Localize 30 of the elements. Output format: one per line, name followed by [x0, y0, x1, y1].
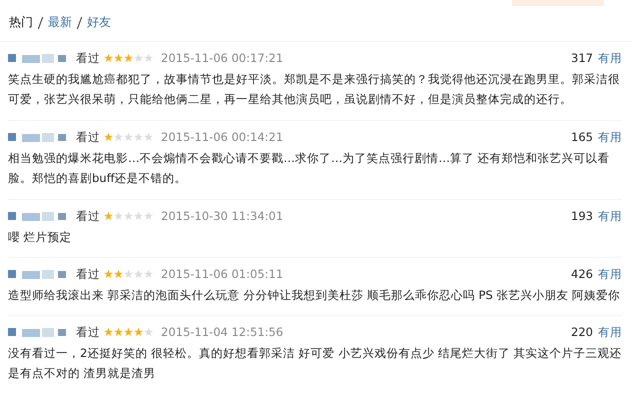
- review-time: 2015-11-06 00:17:21: [161, 51, 284, 65]
- useful-link[interactable]: 有用: [598, 208, 622, 224]
- useful-link[interactable]: 有用: [598, 130, 622, 144]
- review-text: 造型师给我滚出来 郭采洁的泡面头什么玩意 分分钟让我想到美杜莎 顺毛那么乖你忍心吗 PS 张艺兴小朋友 阿姨爱你: [8, 287, 622, 304]
- review-time: 2015-11-06 01:05:11: [161, 267, 284, 281]
- review-text: 没有看过一，2还挺好笑的 很轻松。真的好想看郭采洁 好可爱 小艺兴戏份有点少 结尾烂大街了 其实这个片子三观还是有点不对的 渣男就是渣男: [8, 345, 622, 382]
- review-time: 2015-11-04 12:51:56: [161, 325, 284, 339]
- watched-label: 看过: [76, 208, 100, 224]
- review-text: 相当勉强的爆米花电影…不会煽情不会戳心请不要戳…求你了…为了笑点强行剧情…算了 还有郑恺和张艺兴可以看脸。郑恺的喜剧buff还是不错的。: [8, 150, 611, 187]
- filter-tab[interactable]: 好友: [87, 14, 111, 31]
- filter-tab[interactable]: 最新: [48, 14, 72, 31]
- vote-count: 220: [571, 325, 593, 339]
- useful-link[interactable]: 有用: [598, 266, 622, 282]
- vote-count: 165: [571, 130, 593, 144]
- watched-label: 看过: [76, 324, 100, 340]
- filter-tab[interactable]: 热门: [9, 14, 33, 31]
- review-time: 2015-10-30 11:34:01: [161, 209, 284, 223]
- watched-label: 看过: [76, 266, 100, 282]
- useful-link[interactable]: 有用: [598, 50, 622, 66]
- separator-icon: [76, 16, 82, 28]
- vote-count: 317: [571, 51, 593, 65]
- separator-icon: [38, 16, 44, 28]
- vote-count: 426: [571, 267, 593, 281]
- review-text: 笑点生硬的我尴尬癌都犯了，故事情节也是好平淡。郑凯是不是来强行搞笑的？我觉得他还沉浸在跑男里。郭采洁很可爱，张艺兴很呆萌，只能给他俩二星，再一星给其他演员吧，虽说剧情不好，但是演员整体完成的还行。: [8, 71, 621, 108]
- vote-count: 193: [571, 209, 593, 223]
- watched-label: 看过: [76, 50, 100, 66]
- review-time: 2015-11-06 00:14:21: [161, 130, 284, 144]
- review-text: 嚶 烂片预定: [8, 229, 73, 246]
- watched-label: 看过: [76, 130, 100, 144]
- useful-link[interactable]: 有用: [598, 324, 622, 340]
